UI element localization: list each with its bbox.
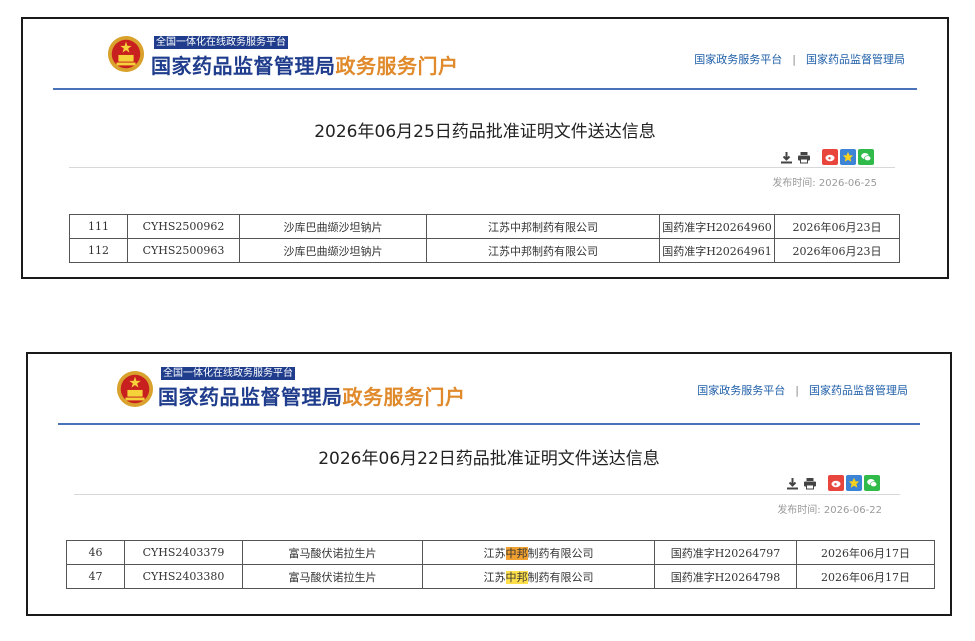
- approval-table: 111 CYHS2500962 沙库巴曲缬沙坦钠片 江苏中邦制药有限公司 国药准…: [69, 214, 900, 263]
- weibo-share-icon[interactable]: [822, 149, 838, 165]
- notice-panel-2: 全国一体化在线政务服务平台 国家药品监督管理局政务服务门户 国家政务服务平台 | 国…: [26, 352, 952, 616]
- national-emblem-icon: [116, 370, 154, 408]
- acceptance-code: CYHS2500962: [127, 214, 240, 239]
- approval-date: 2026年06月23日: [774, 214, 900, 239]
- page-title: 2026年06月22日药品批准证明文件送达信息: [318, 449, 660, 469]
- row-number: 111: [69, 214, 128, 239]
- approval-number: 国药准字H20264961: [659, 238, 775, 263]
- search-highlight: 中邦: [505, 570, 528, 584]
- acceptance-code: CYHS2500963: [127, 238, 240, 263]
- approval-date: 2026年06月23日: [774, 238, 900, 263]
- company-name: 江苏中邦制药有限公司: [426, 238, 660, 263]
- print-icon[interactable]: [796, 149, 812, 165]
- company-name: 江苏中邦制药有限公司: [422, 540, 655, 565]
- company-name: 江苏中邦制药有限公司: [422, 564, 655, 589]
- table-row: 112 CYHS2500963 沙库巴曲缬沙坦钠片 江苏中邦制药有限公司 国药准…: [69, 238, 900, 263]
- table-row: 47 CYHS2403380 富马酸伏诺拉生片 江苏中邦制药有限公司 国药准字H…: [66, 564, 935, 589]
- title-divider: [74, 494, 900, 495]
- drug-name: 富马酸伏诺拉生片: [242, 564, 423, 589]
- top-links: 国家政务服务平台 | 国家药品监督管理局: [694, 51, 905, 67]
- publish-time-label: 发布时间:: [777, 505, 821, 516]
- favorite-star-icon[interactable]: [840, 149, 856, 165]
- download-icon[interactable]: [784, 475, 800, 491]
- publish-time-value: 2026-06-25: [818, 178, 877, 189]
- approval-number: 国药准字H20264798: [654, 564, 797, 589]
- approval-date: 2026年06月17日: [796, 540, 935, 565]
- national-emblem-icon: [107, 35, 145, 73]
- link-separator: |: [792, 53, 796, 66]
- page-title: 2026年06月25日药品批准证明文件送达信息: [314, 122, 656, 142]
- approval-table: 46 CYHS2403379 富马酸伏诺拉生片 江苏中邦制药有限公司 国药准字H…: [66, 540, 935, 589]
- print-icon[interactable]: [802, 475, 818, 491]
- portal-header: 全国一体化在线政务服务平台 国家药品监督管理局政务服务门户 国家政务服务平台 | 国…: [53, 19, 917, 90]
- portal-title-accent: 政务服务门户: [335, 54, 459, 78]
- favorite-star-icon[interactable]: [846, 475, 862, 491]
- publish-time: 发布时间: 2026-06-25: [772, 174, 877, 189]
- publish-time-value: 2026-06-22: [823, 505, 882, 516]
- company-name-prefix: 江苏: [483, 570, 506, 584]
- drug-name: 沙库巴曲缬沙坦钠片: [239, 214, 427, 239]
- publish-time-label: 发布时间:: [772, 178, 816, 189]
- drug-name: 沙库巴曲缬沙坦钠片: [239, 238, 427, 263]
- company-name: 江苏中邦制药有限公司: [426, 214, 660, 239]
- portal-title[interactable]: 国家药品监督管理局政务服务门户: [151, 50, 459, 79]
- table-row: 111 CYHS2500962 沙库巴曲缬沙坦钠片 江苏中邦制药有限公司 国药准…: [69, 214, 900, 239]
- company-name-suffix: 制药有限公司: [527, 546, 594, 560]
- acceptance-code: CYHS2403379: [124, 540, 243, 565]
- platform-slogan: 全国一体化在线政务服务平台: [154, 36, 288, 49]
- portal-title-accent: 政务服务门户: [342, 385, 466, 409]
- wechat-share-icon[interactable]: [864, 475, 880, 491]
- platform-slogan: 全国一体化在线政务服务平台: [161, 367, 295, 380]
- publish-time: 发布时间: 2026-06-22: [777, 501, 882, 516]
- notice-panel-1: 全国一体化在线政务服务平台 国家药品监督管理局政务服务门户 国家政务服务平台 | 国…: [21, 17, 949, 279]
- search-highlight: 中邦: [505, 546, 528, 560]
- weibo-share-icon[interactable]: [828, 475, 844, 491]
- approval-number: 国药准字H20264797: [654, 540, 797, 565]
- wechat-share-icon[interactable]: [858, 149, 874, 165]
- approval-number: 国药准字H20264960: [659, 214, 775, 239]
- article-tools: [784, 475, 880, 491]
- drug-name: 富马酸伏诺拉生片: [242, 540, 423, 565]
- nmpa-home-link[interactable]: 国家药品监督管理局: [809, 384, 908, 397]
- portal-title[interactable]: 国家药品监督管理局政务服务门户: [158, 381, 466, 410]
- title-divider: [69, 167, 895, 168]
- download-icon[interactable]: [778, 149, 794, 165]
- gov-service-platform-link[interactable]: 国家政务服务平台: [694, 53, 782, 66]
- gov-service-platform-link[interactable]: 国家政务服务平台: [697, 384, 785, 397]
- portal-title-main: 国家药品监督管理局: [158, 385, 343, 409]
- acceptance-code: CYHS2403380: [124, 564, 243, 589]
- portal-header: 全国一体化在线政务服务平台 国家药品监督管理局政务服务门户 国家政务服务平台 | 国…: [58, 354, 920, 425]
- company-name-prefix: 江苏: [483, 546, 506, 560]
- company-name-suffix: 制药有限公司: [527, 570, 594, 584]
- row-number: 112: [69, 238, 128, 263]
- link-separator: |: [795, 384, 799, 397]
- top-links: 国家政务服务平台 | 国家药品监督管理局: [697, 382, 908, 398]
- row-number: 47: [66, 564, 125, 589]
- nmpa-home-link[interactable]: 国家药品监督管理局: [806, 53, 905, 66]
- table-row: 46 CYHS2403379 富马酸伏诺拉生片 江苏中邦制药有限公司 国药准字H…: [66, 540, 935, 565]
- portal-title-main: 国家药品监督管理局: [151, 54, 336, 78]
- row-number: 46: [66, 540, 125, 565]
- article-tools: [778, 149, 874, 165]
- approval-date: 2026年06月17日: [796, 564, 935, 589]
